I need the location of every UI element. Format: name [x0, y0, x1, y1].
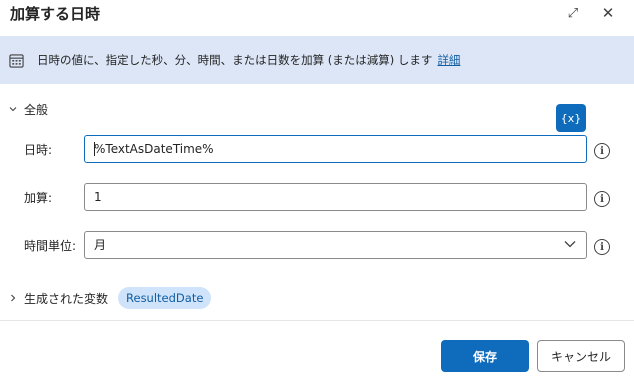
- datetime-label: 日時:: [24, 143, 53, 157]
- datetime-input[interactable]: %TextAsDateTime%: [84, 135, 587, 163]
- footer-divider: [0, 320, 634, 321]
- time-unit-dropdown[interactable]: 月: [84, 231, 587, 259]
- chevron-down-icon: [8, 104, 18, 114]
- info-text: 日時の値に、指定した秒、分、時間、または日数を加算 (または減算) します 詳細: [37, 52, 460, 68]
- generated-variables-toggle[interactable]: 生成された変数 ResultedDate: [8, 287, 212, 309]
- general-section-toggle[interactable]: 全般: [8, 100, 48, 118]
- add-input[interactable]: 1: [84, 183, 587, 211]
- variable-chip[interactable]: ResultedDate: [118, 287, 212, 309]
- chevron-down-icon: [564, 241, 576, 248]
- generated-variables-label: 生成された変数: [24, 291, 109, 306]
- general-section-label: 全般: [24, 102, 49, 117]
- cancel-button[interactable]: キャンセル: [537, 340, 625, 372]
- insert-variable-button[interactable]: {x}: [556, 104, 586, 132]
- time-unit-info-icon[interactable]: i: [594, 239, 610, 255]
- dialog-title: 加算する日時: [10, 5, 101, 23]
- datetime-info-icon[interactable]: i: [594, 143, 610, 159]
- add-value: 1: [94, 190, 102, 204]
- add-info-icon[interactable]: i: [594, 191, 610, 207]
- text-caret: [94, 142, 95, 156]
- expand-icon[interactable]: ⤢: [561, 2, 585, 24]
- save-button[interactable]: 保存: [441, 340, 529, 372]
- add-label: 加算:: [24, 191, 53, 205]
- details-link[interactable]: 詳細: [437, 53, 460, 67]
- info-bar: 日時の値に、指定した秒、分、時間、または日数を加算 (または減算) します 詳細: [0, 36, 634, 84]
- datetime-value: %TextAsDateTime%: [94, 142, 214, 156]
- close-icon[interactable]: ✕: [596, 2, 620, 24]
- calendar-icon: [9, 54, 24, 68]
- info-description: 日時の値に、指定した秒、分、時間、または日数を加算 (または減算) します: [37, 53, 433, 67]
- time-unit-value: 月: [94, 238, 107, 252]
- add-to-datetime-dialog: 加算する日時 ⤢ ✕ 日時の値に、指定した秒、分、時間、または日数を加算 (また…: [0, 0, 634, 383]
- time-unit-label: 時間単位:: [24, 239, 77, 253]
- chevron-right-icon: [8, 293, 18, 303]
